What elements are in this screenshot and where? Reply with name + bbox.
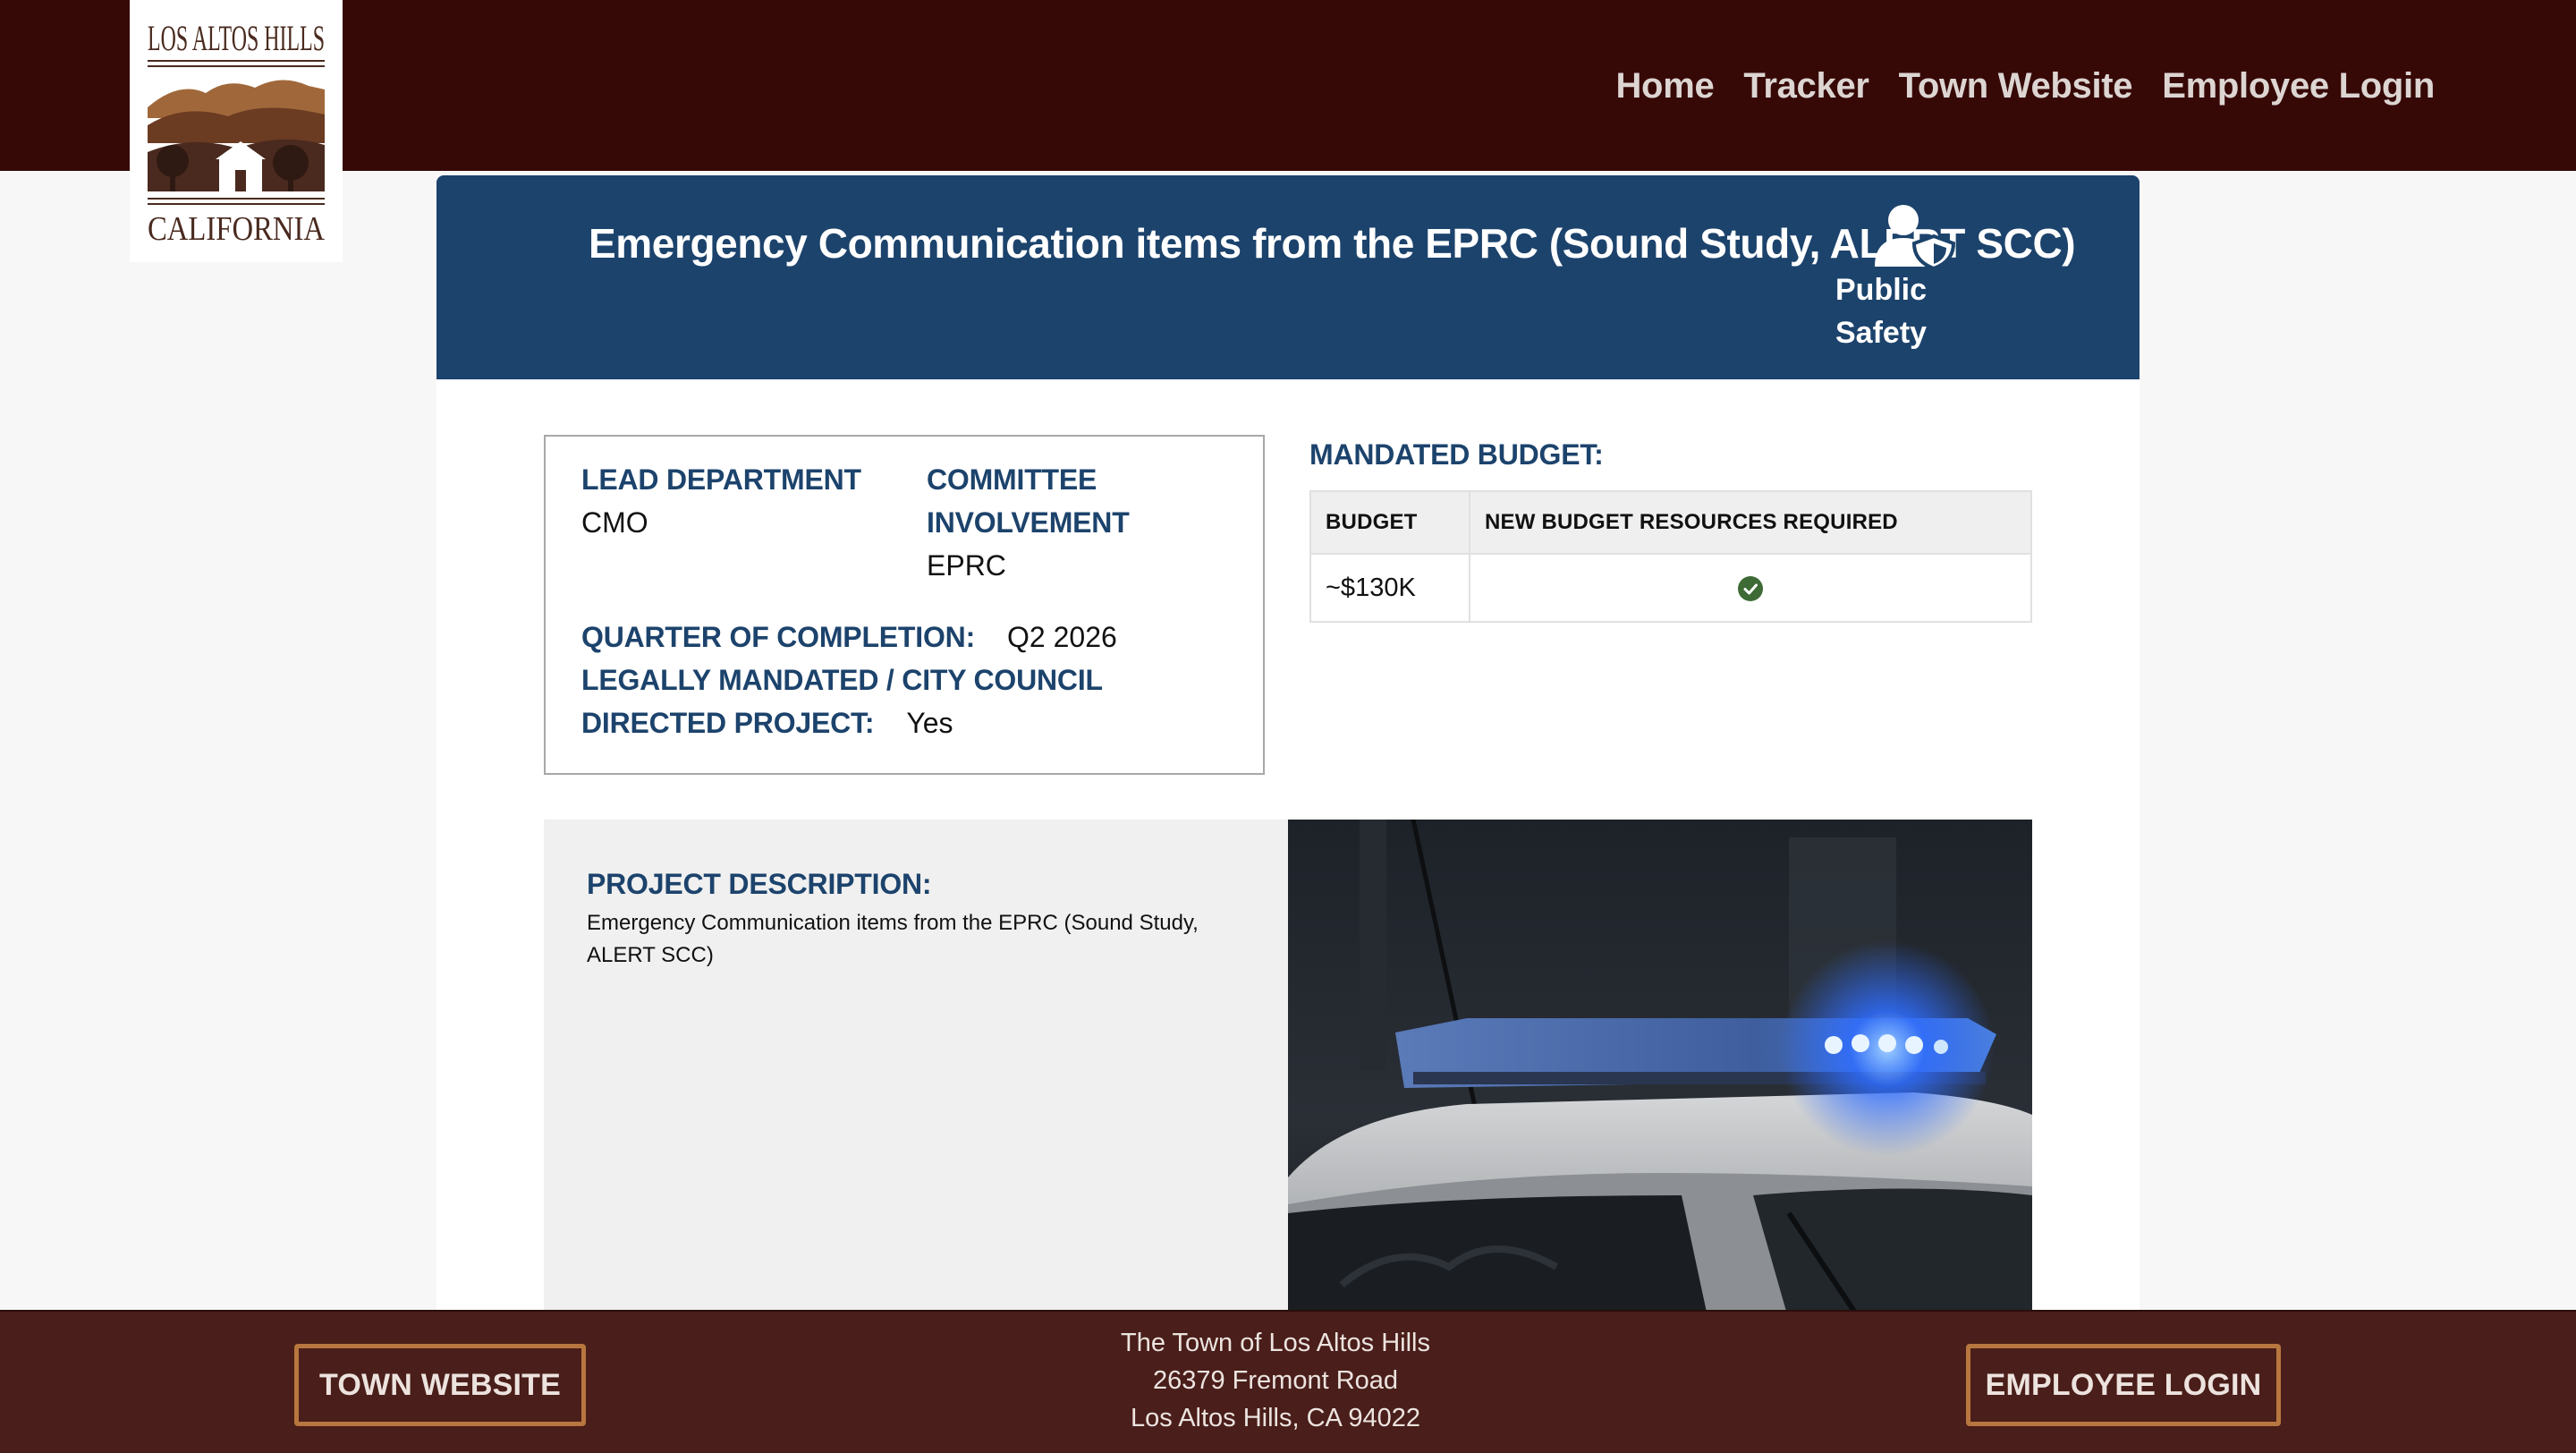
town-address: The Town of Los Altos Hills 26379 Fremon…	[918, 1324, 1633, 1437]
user-shield-icon	[1875, 205, 1955, 268]
logo-bottom-text: CALIFORNIA	[148, 210, 325, 248]
site-footer: TOWN WEBSITE The Town of Los Altos Hills…	[0, 1310, 2576, 1453]
budget-value: ~$130K	[1309, 553, 1470, 623]
budget-column-header: BUDGET	[1309, 490, 1470, 555]
nav-home-link[interactable]: Home	[1615, 63, 1714, 109]
description-title: PROJECT DESCRIPTION:	[587, 868, 932, 900]
budget-table: BUDGET NEW BUDGET RESOURCES REQUIRED ~$1…	[1309, 490, 2032, 623]
quarter-value: Q2 2026	[1007, 621, 1117, 653]
town-logo[interactable]: LOS ALTOS HILLS CALIFORNIA	[130, 0, 343, 262]
project-photo	[1288, 820, 2032, 1321]
police-light-bar-image	[1288, 820, 2032, 1321]
new-resources-cell	[1469, 553, 2032, 623]
project-card: Emergency Communication items from the E…	[436, 175, 2140, 1321]
town-seal-graphic: LOS ALTOS HILLS CALIFORNIA	[148, 18, 325, 248]
legally-mandated: LEGALLY MANDATED / CITY COUNCIL DIRECTED…	[581, 659, 1208, 744]
description-text: Emergency Communication items from the E…	[587, 911, 1199, 967]
nav-town-website-link[interactable]: Town Website	[1899, 63, 2133, 109]
site-header: Home Tracker Town Website Employee Login	[0, 0, 2576, 171]
check-circle-icon	[1738, 575, 1763, 601]
project-title: Emergency Communication items from the E…	[589, 220, 2076, 267]
committee-value: EPRC	[927, 549, 1006, 582]
budget-header-row: BUDGET NEW BUDGET RESOURCES REQUIRED	[1309, 490, 2032, 555]
budget-title: MANDATED BUDGET:	[1309, 438, 1604, 471]
address-line: The Town of Los Altos Hills	[1120, 1329, 1431, 1357]
address-line: 26379 Fremont Road	[1152, 1366, 1399, 1395]
mandated-label: LEGALLY MANDATED / CITY COUNCIL DIRECTED…	[581, 664, 1103, 739]
address-line: Los Altos Hills, CA 94022	[1130, 1404, 1420, 1432]
lead-department: LEAD DEPARTMENT CMO	[581, 458, 861, 544]
quarter-of-completion: QUARTER OF COMPLETION: Q2 2026	[581, 616, 1117, 659]
nav-employee-login-link[interactable]: Employee Login	[2162, 63, 2435, 109]
nav-tracker-link[interactable]: Tracker	[1743, 63, 1869, 109]
committee-involvement: COMMITTEE INVOLVEMENT EPRC	[927, 458, 1213, 587]
footer-town-website-button[interactable]: TOWN WEBSITE	[294, 1344, 586, 1426]
lead-department-value: CMO	[581, 506, 648, 539]
quarter-label: QUARTER OF COMPLETION:	[581, 621, 976, 653]
new-resources-column-header: NEW BUDGET RESOURCES REQUIRED	[1469, 490, 2032, 555]
budget-row: ~$130K	[1309, 553, 2032, 623]
project-banner: Emergency Communication items from the E…	[436, 175, 2140, 379]
committee-label: COMMITTEE INVOLVEMENT	[927, 463, 1130, 539]
lead-department-label: LEAD DEPARTMENT	[581, 463, 861, 496]
project-info-box: LEAD DEPARTMENT CMO COMMITTEE INVOLVEMEN…	[544, 435, 1265, 775]
main-nav: Home Tracker Town Website Employee Login	[1615, 63, 2435, 109]
category-label: Public Safety	[1835, 273, 1928, 350]
logo-top-text: LOS ALTOS HILLS	[148, 18, 325, 58]
project-description-panel: PROJECT DESCRIPTION: Emergency Communica…	[544, 820, 1288, 1321]
footer-employee-login-button[interactable]: EMPLOYEE LOGIN	[1966, 1344, 2281, 1426]
mandated-value: Yes	[906, 707, 953, 739]
